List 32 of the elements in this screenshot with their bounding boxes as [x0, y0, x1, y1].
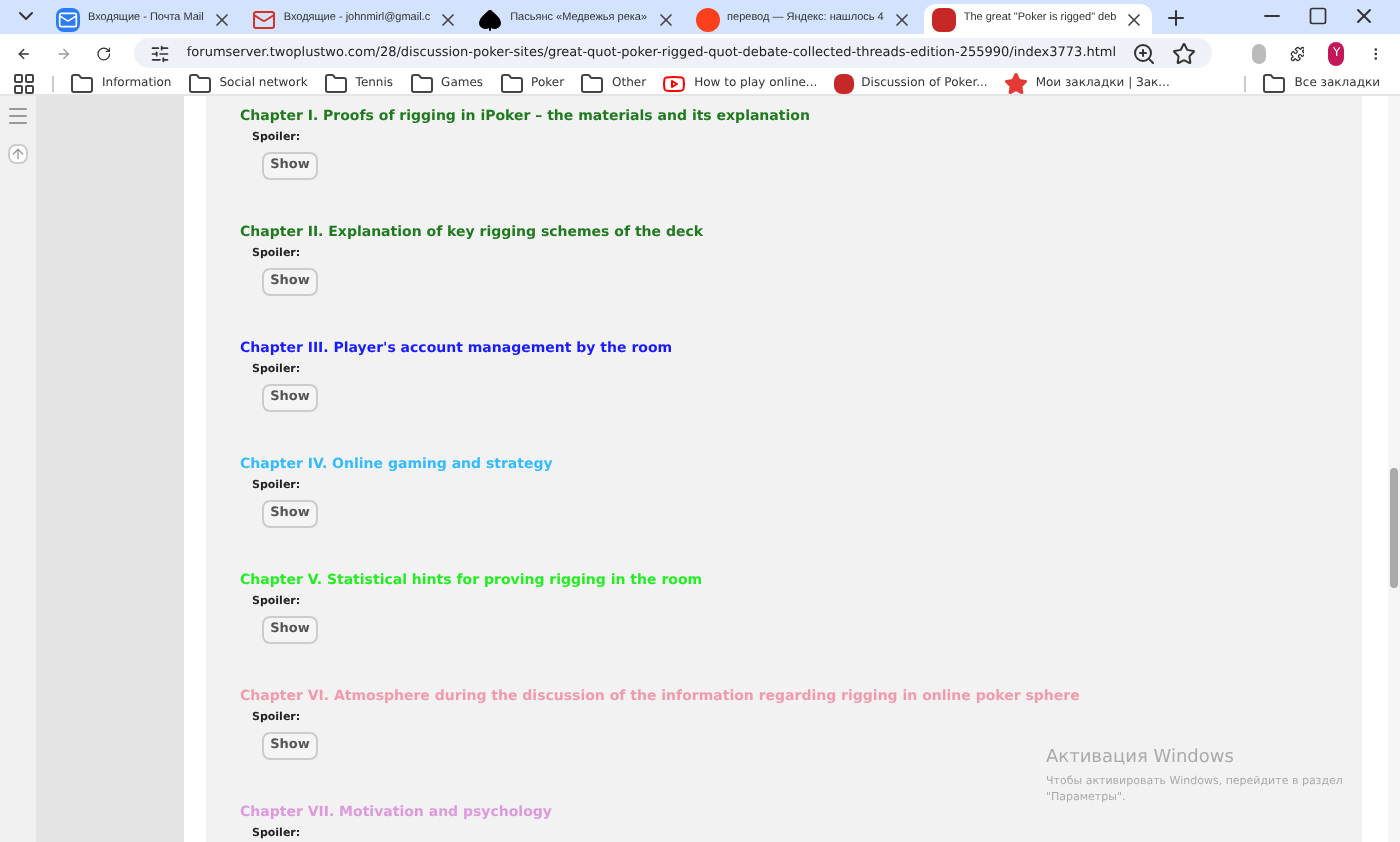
folder-icon: [70, 71, 94, 95]
close-icon[interactable]: [655, 9, 676, 29]
folder-icon: [1262, 71, 1287, 95]
up-arrow-icon: [10, 146, 26, 162]
site-logo-icon: [931, 7, 956, 31]
star-icon: [1003, 71, 1028, 95]
spade-icon: [478, 7, 503, 31]
circle-logo-icon: [695, 7, 720, 31]
activation-title: Активация Windows: [1046, 746, 1236, 772]
scrollbar[interactable]: [1388, 96, 1400, 842]
scrollbar-thumb[interactable]: [1390, 468, 1398, 588]
site-logo-icon: [833, 73, 854, 93]
folder-icon: [499, 71, 524, 95]
folder-icon: [580, 71, 605, 95]
apps-icon[interactable]: [12, 71, 36, 95]
play-icon: [662, 71, 687, 95]
close-icon[interactable]: [1124, 9, 1145, 29]
restore-icon[interactable]: [1308, 6, 1328, 26]
close-icon[interactable]: [211, 9, 232, 29]
mail-icon: [251, 7, 276, 31]
folder-icon: [323, 71, 348, 95]
close-icon[interactable]: [438, 9, 459, 29]
extensions-icon[interactable]: [1289, 41, 1305, 65]
new-tab-icon[interactable]: [1164, 6, 1189, 30]
scroll-top-button[interactable]: [8, 144, 28, 164]
site-settings-icon[interactable]: [150, 43, 171, 63]
close-icon[interactable]: [1352, 4, 1376, 28]
folder-icon: [187, 71, 212, 95]
folder-icon: [409, 71, 434, 95]
bookmark-star-icon[interactable]: [1172, 41, 1197, 65]
zoom-icon[interactable]: [1132, 41, 1157, 65]
close-icon[interactable]: [891, 9, 912, 29]
